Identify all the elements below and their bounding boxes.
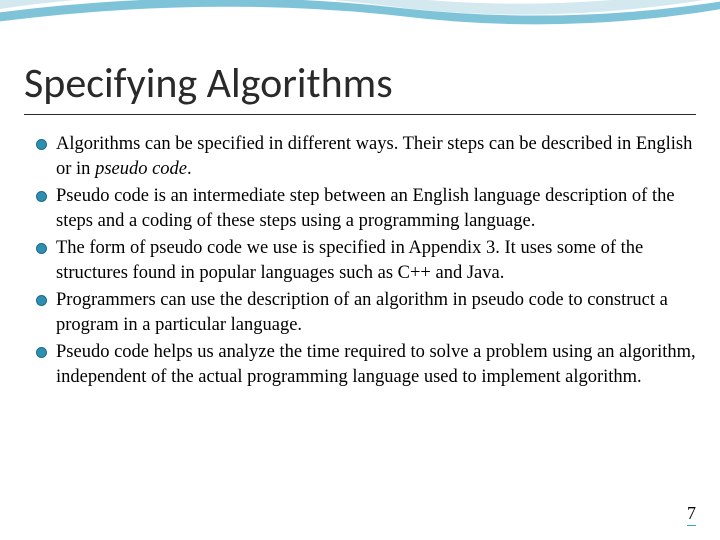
list-item: Algorithms can be specified in different… <box>30 132 698 182</box>
bullet-list: Algorithms can be specified in different… <box>30 132 698 390</box>
list-item: The form of pseudo code we use is specif… <box>30 236 698 286</box>
list-item: Pseudo code helps us analyze the time re… <box>30 340 698 390</box>
title-underline <box>24 114 696 115</box>
list-item: Pseudo code is an intermediate step betw… <box>30 184 698 234</box>
content-area: Algorithms can be specified in different… <box>30 132 698 392</box>
page-number: 7 <box>687 503 696 526</box>
list-item: Programmers can use the description of a… <box>30 288 698 338</box>
slide-title: Specifying Algorithms <box>24 58 393 109</box>
